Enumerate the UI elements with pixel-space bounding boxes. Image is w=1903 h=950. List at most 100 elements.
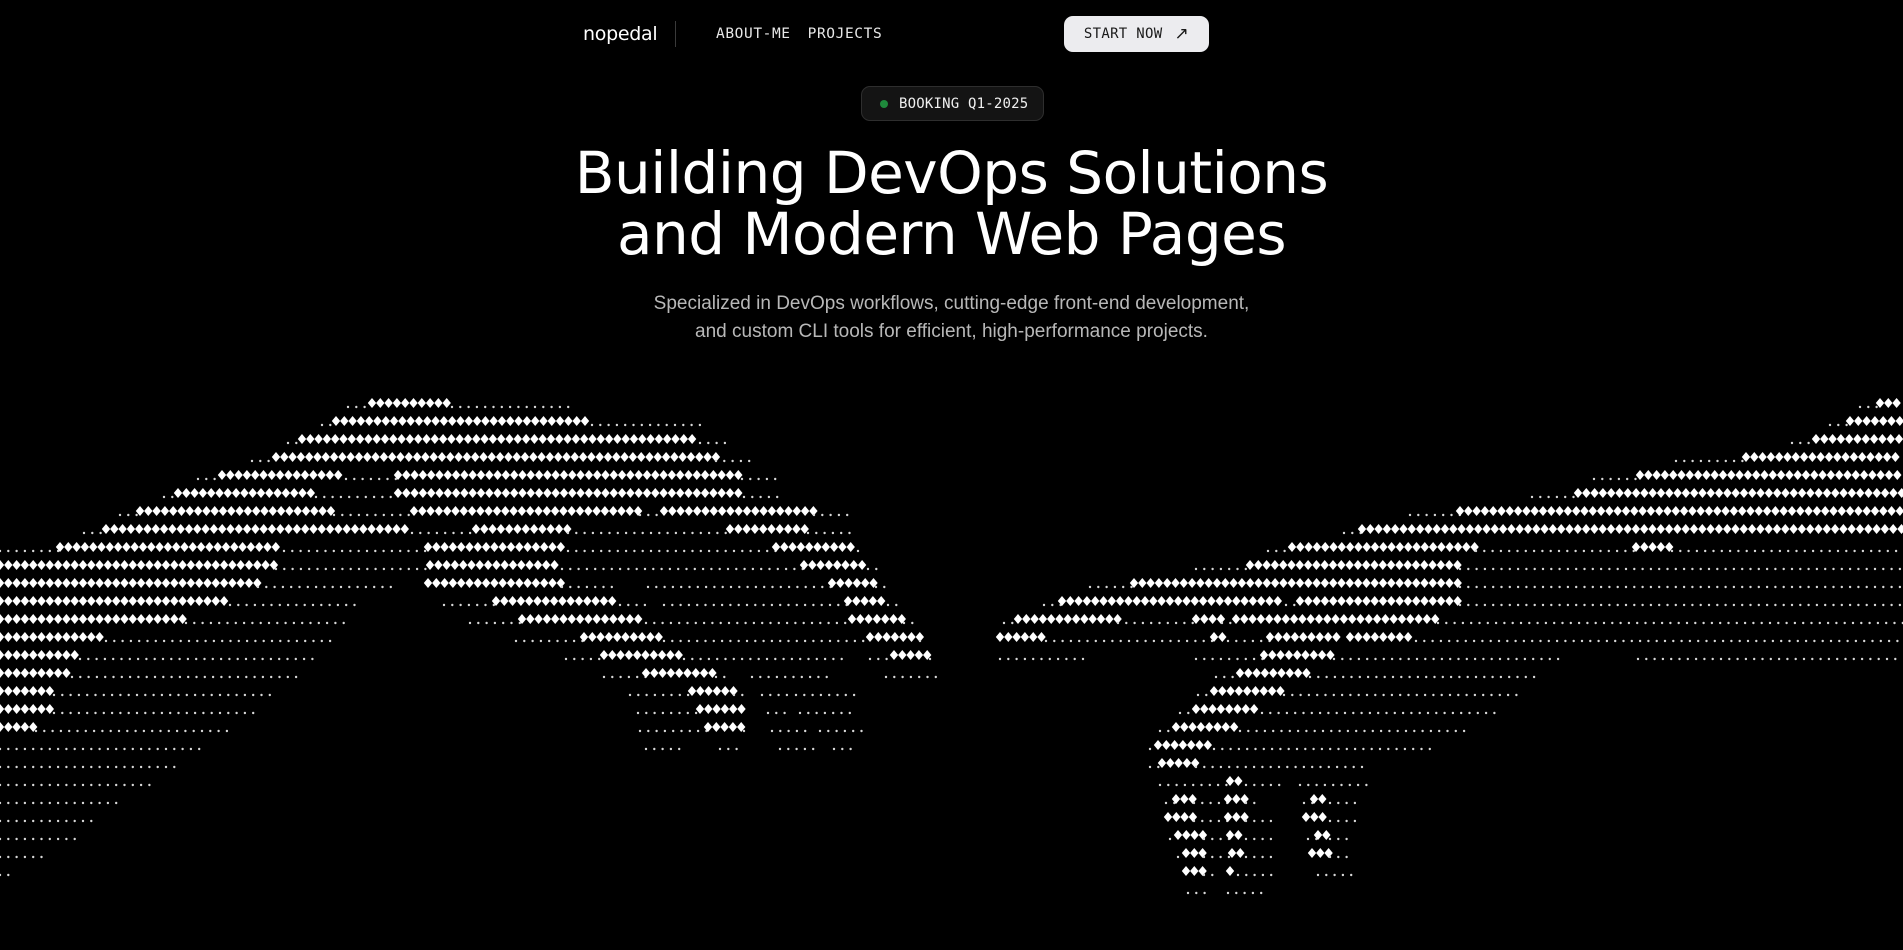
ascii-diamond [676, 506, 685, 516]
ascii-dot [647, 513, 650, 517]
ascii-diamond [211, 578, 220, 588]
ascii-diamond [1289, 614, 1299, 624]
ascii-diamond [1563, 506, 1573, 516]
ascii-diamond [1764, 524, 1773, 534]
ascii-dot [1288, 729, 1292, 733]
ascii-dot [525, 405, 528, 409]
ascii-dot [1166, 621, 1170, 625]
ascii-dot [627, 603, 630, 607]
ascii-dot [539, 639, 543, 643]
ascii-diamond [1213, 722, 1222, 732]
ascii-diamond [596, 632, 605, 642]
logo[interactable]: nopedal [583, 23, 675, 45]
ascii-dot [1541, 585, 1545, 589]
ascii-dot [1345, 819, 1348, 823]
ascii-diamond [62, 560, 71, 570]
ascii-dot [646, 585, 650, 589]
ascii-diamond [1132, 596, 1141, 606]
ascii-dot [1599, 567, 1603, 571]
ascii-dot [714, 675, 718, 679]
ascii-dot [1514, 639, 1517, 643]
ascii-dot [204, 639, 207, 643]
ascii-diamond [737, 704, 746, 714]
ascii-dot [349, 549, 352, 553]
ascii-dot [1865, 567, 1868, 571]
ascii-dot [1251, 639, 1255, 643]
ascii-dot [299, 549, 302, 553]
ascii-diamond [1474, 524, 1483, 534]
ascii-diamond [1303, 560, 1313, 570]
ascii-diamond [1513, 506, 1523, 516]
ascii-diamond [0, 596, 5, 606]
ascii-diamond [608, 596, 617, 606]
ascii-diamond [401, 398, 410, 408]
ascii-diamond [629, 632, 638, 642]
ascii-diamond [87, 578, 96, 588]
ascii-diamond [440, 542, 449, 552]
start-now-button[interactable]: START NOW ↗ [1063, 16, 1209, 52]
ascii-dot [1765, 567, 1769, 571]
ascii-diamond [596, 434, 605, 444]
ascii-dot [635, 603, 638, 607]
ascii-dot [1743, 621, 1747, 625]
ascii-dot [332, 513, 336, 517]
ascii-diamond [1378, 578, 1388, 588]
ascii-diamond [263, 542, 272, 552]
ascii-dot [1457, 657, 1460, 661]
ascii-dot [1433, 513, 1437, 517]
ascii-dot [228, 603, 232, 607]
ascii-dot [65, 837, 68, 841]
ascii-diamond [53, 614, 63, 624]
ascii-dot [1820, 549, 1823, 553]
ascii-diamond [1681, 488, 1691, 498]
ascii-dot [213, 477, 216, 481]
ascii-dot [1583, 603, 1586, 607]
ascii-dot [661, 711, 665, 715]
booking-badge: BOOKING Q1-2025 [861, 86, 1045, 121]
ascii-diamond [545, 452, 555, 462]
ascii-dot [1691, 603, 1694, 607]
ascii-diamond [89, 542, 98, 552]
ascii-dot [151, 729, 154, 733]
ascii-diamond [475, 560, 484, 570]
ascii-diamond [410, 470, 419, 480]
ascii-diamond [240, 488, 249, 498]
ascii-diamond [178, 578, 187, 588]
ascii-dot [1261, 837, 1264, 841]
ascii-diamond [375, 524, 385, 534]
ascii-dot [1219, 765, 1223, 769]
arrow-up-right-icon: ↗ [1174, 23, 1189, 44]
ascii-dot [1202, 855, 1206, 859]
ascii-dot [1491, 675, 1494, 679]
ascii-dot [1483, 585, 1487, 589]
ascii-dot [236, 675, 240, 679]
ascii-diamond [153, 596, 162, 606]
ascii-dot [1844, 657, 1847, 661]
ascii-dot [1508, 585, 1512, 589]
ascii-dot [1385, 711, 1388, 715]
nav-link-projects[interactable]: PROJECTS [808, 26, 883, 42]
ascii-diamond [1029, 632, 1038, 642]
ascii-dot [1699, 603, 1702, 607]
ascii-dot [770, 603, 774, 607]
ascii-diamond [546, 434, 556, 444]
ascii-diamond [1328, 560, 1338, 570]
ascii-dot [331, 585, 334, 589]
ascii-diamond [276, 524, 285, 534]
nav-link-about-me[interactable]: ABOUT-ME [716, 26, 791, 42]
ascii-diamond [170, 614, 179, 624]
ascii-dot [193, 621, 196, 625]
ascii-dot [340, 549, 344, 553]
ascii-dot [1337, 819, 1340, 823]
ascii-dot [918, 639, 922, 643]
ascii-diamond [236, 560, 245, 570]
ascii-dot [750, 675, 754, 679]
ascii-dot [185, 693, 188, 697]
ascii-dot [349, 513, 352, 517]
ascii-diamond [504, 452, 513, 462]
ascii-diamond [432, 578, 441, 588]
ascii-diamond [1307, 632, 1316, 642]
ascii-dot [1688, 639, 1692, 643]
ascii-dot [292, 621, 296, 625]
ascii-dot [56, 837, 60, 841]
